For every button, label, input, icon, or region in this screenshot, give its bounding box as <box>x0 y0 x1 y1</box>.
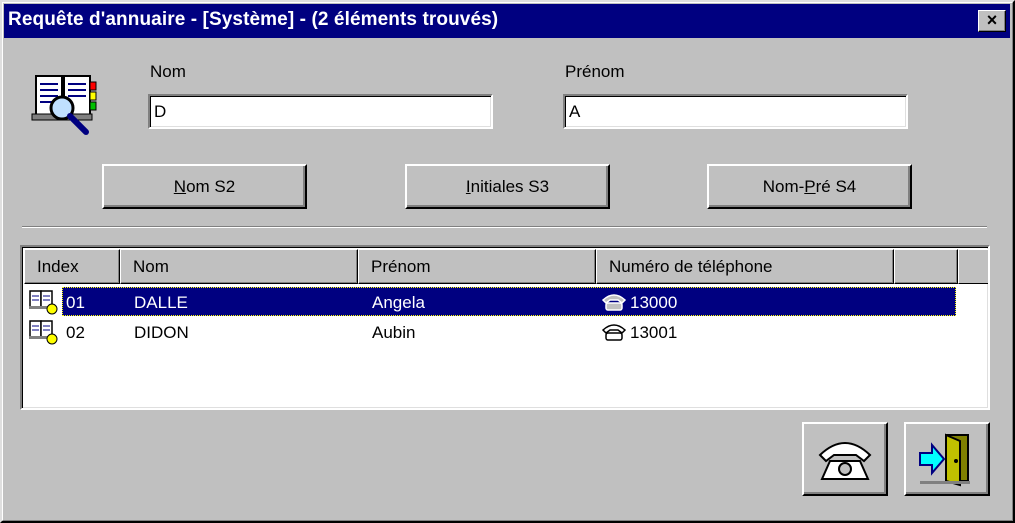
call-button[interactable] <box>802 422 888 496</box>
table-row[interactable]: 02 DIDON Aubin 13001 <box>24 317 958 347</box>
table-row[interactable]: 01 DALLE Angela 13000 <box>24 287 958 317</box>
column-header-extra[interactable] <box>894 249 958 284</box>
search-by-nom-prenom-button[interactable]: Nom-Pré S4 <box>707 164 912 209</box>
search-by-nom-prenom-label: Nom-Pré S4 <box>762 176 857 196</box>
column-header-index[interactable]: Index <box>24 249 120 284</box>
prenom-label: Prénom <box>565 62 625 81</box>
list-header: Index Nom Prénom Numéro de téléphone <box>24 249 988 284</box>
exit-button[interactable] <box>904 422 990 496</box>
nom-field-value: D <box>154 102 167 121</box>
row-telephone: 13000 <box>630 293 678 312</box>
nom-label: Nom <box>150 62 186 81</box>
column-header-nom[interactable]: Nom <box>120 249 358 284</box>
search-by-nom-label: Nom S2 <box>173 176 236 196</box>
column-header-filler <box>958 249 988 284</box>
title-bar[interactable]: Requête d'annuaire - [Système] - (2 élém… <box>4 4 1010 38</box>
row-telephone: 13001 <box>630 323 678 342</box>
row-index: 01 <box>66 293 85 312</box>
contact-book-icon <box>29 290 58 315</box>
nom-field[interactable]: D <box>148 94 493 129</box>
row-prenom: Aubin <box>372 323 416 342</box>
separator <box>22 226 987 228</box>
prenom-field-value: A <box>569 102 581 121</box>
close-icon: × <box>986 10 998 30</box>
row-nom: DIDON <box>134 323 189 342</box>
search-by-initiales-button[interactable]: Initiales S3 <box>405 164 610 209</box>
column-header-prenom[interactable]: Prénom <box>358 249 596 284</box>
contact-book-icon <box>29 320 58 345</box>
directory-query-window: Requête d'annuaire - [Système] - (2 élém… <box>0 0 1015 523</box>
directory-search-icon <box>31 75 97 135</box>
telephone-call-icon <box>818 442 872 480</box>
search-by-initiales-label: Initiales S3 <box>465 176 550 196</box>
search-by-nom-button[interactable]: Nom S2 <box>102 164 307 209</box>
row-index: 02 <box>66 323 85 342</box>
telephone-icon <box>601 324 627 341</box>
exit-door-icon <box>919 433 970 487</box>
row-nom: DALLE <box>134 293 188 312</box>
row-prenom: Angela <box>372 293 425 312</box>
prenom-field[interactable]: A <box>563 94 908 129</box>
telephone-icon <box>601 294 627 311</box>
window-title: Requête d'annuaire - [Système] - (2 élém… <box>8 9 499 30</box>
results-list[interactable]: Index Nom Prénom Numéro de téléphone 01 … <box>20 245 990 410</box>
row-selection-highlight <box>62 287 956 316</box>
column-header-telephone[interactable]: Numéro de téléphone <box>596 249 894 284</box>
close-button[interactable]: × <box>978 10 1006 32</box>
